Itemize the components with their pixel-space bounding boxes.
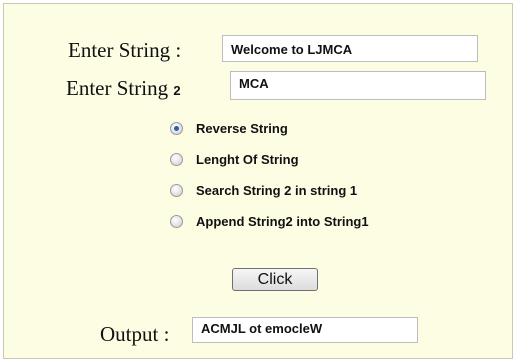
radio-option-search-string[interactable]: Search String 2 in string 1 xyxy=(170,180,357,200)
radio-option-length-of-string[interactable]: Lenght Of String xyxy=(170,149,299,169)
radio-option-append-string[interactable]: Append String2 into String1 xyxy=(170,211,369,231)
click-button[interactable]: Click xyxy=(232,268,318,291)
radio-button-icon[interactable] xyxy=(170,183,183,197)
radio-option-label: Lenght Of String xyxy=(196,151,299,167)
radio-button-selected-icon[interactable] xyxy=(170,121,183,135)
string2-label: Enter String 2 xyxy=(66,76,181,100)
output-field[interactable]: ACMJL ot emocleW xyxy=(192,317,418,343)
radio-option-reverse-string[interactable]: Reverse String xyxy=(170,118,288,138)
radio-option-label: Reverse String xyxy=(196,120,288,136)
radio-option-label: Search String 2 in string 1 xyxy=(196,182,358,198)
string2-label-number: 2 xyxy=(173,83,181,98)
string2-input[interactable]: MCA xyxy=(230,71,486,100)
string1-label: Enter String : xyxy=(68,38,182,62)
form-panel: Enter String : Welcome to LJMCA Enter St… xyxy=(3,3,513,359)
output-label: Output : xyxy=(100,322,170,346)
radio-button-icon[interactable] xyxy=(170,152,183,166)
radio-option-label: Append String2 into String1 xyxy=(196,213,369,229)
radio-button-icon[interactable] xyxy=(170,214,183,228)
string1-input[interactable]: Welcome to LJMCA xyxy=(222,35,478,62)
